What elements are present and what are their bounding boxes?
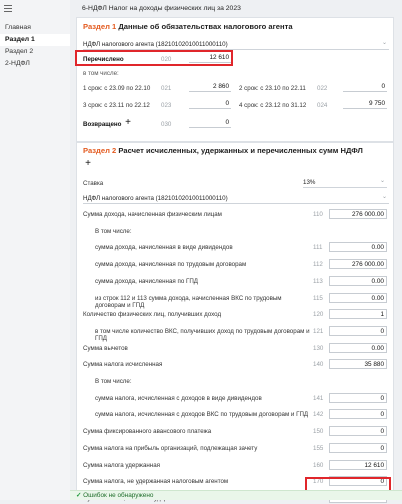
row-label: сумма налога, исчисленная с доходов в ви… <box>95 394 262 402</box>
rate-select[interactable]: 13% ⌄ <box>303 178 387 188</box>
nav-item-section1[interactable]: Раздел 1 <box>0 34 70 46</box>
row-value[interactable]: 0 <box>329 409 387 420</box>
section2-number: Раздел 2 <box>83 146 117 155</box>
row-value[interactable]: 0.00 <box>329 275 387 286</box>
row-code: 112 <box>313 261 323 269</box>
row-label: сумма дохода, начисленная по трудовым до… <box>95 261 247 269</box>
row-value[interactable]: 0 <box>329 325 387 336</box>
row-code: 140 <box>313 361 324 369</box>
vozvrascheno-code: 030 <box>161 121 172 128</box>
menu-icon[interactable] <box>4 5 12 14</box>
row-code: 150 <box>313 428 324 436</box>
row-value[interactable]: 1 <box>329 309 387 320</box>
section2-header: Раздел 2 Расчет исчисленных, удержанных … <box>83 146 363 155</box>
sidebar: Главная Раздел 1 Раздел 2 2-НДФЛ <box>0 0 70 500</box>
in-total-label: в том числе: <box>83 70 119 77</box>
row-value[interactable]: 0 <box>329 426 387 437</box>
row-label: Сумма налога, не удержанная налоговым аг… <box>83 478 229 486</box>
row-value[interactable]: 0.00 <box>329 242 387 253</box>
row-code: 115 <box>313 294 323 302</box>
term4-code: 024 <box>317 102 328 109</box>
row-value[interactable]: 0.00 <box>329 292 387 303</box>
vozvrascheno-label: Возвращено <box>83 121 122 128</box>
nav-item-home[interactable]: Главная <box>0 22 70 34</box>
row-label: сумма дохода, начисленная в виде дивиден… <box>95 244 233 252</box>
agent-select-2[interactable]: НДФЛ налогового агента (1821010201001100… <box>83 194 389 204</box>
term3-value[interactable]: 0 <box>189 99 231 109</box>
row-code: 121 <box>313 327 324 335</box>
row-code: 160 <box>313 461 324 469</box>
row-code: 111 <box>313 244 323 252</box>
row-label: Сумма налога на прибыль организаций, под… <box>83 444 258 452</box>
row-code: 142 <box>313 411 324 419</box>
row-label: в том числе количество ВКС, получивших д… <box>95 327 310 342</box>
row-value[interactable]: 276 000.00 <box>329 209 387 219</box>
check-icon: ✓ <box>76 492 82 499</box>
highlight-perechisleno <box>75 50 233 66</box>
term4-value[interactable]: 9 750 <box>343 99 387 109</box>
row-label: сумма дохода, начисленная по ГПД <box>95 277 198 285</box>
row-label: Сумма вычетов <box>83 344 128 352</box>
section1-panel: Раздел 1 Данные об обязательствах налого… <box>75 17 394 142</box>
section2-panel: Раздел 2 Расчет исчисленных, удержанных … <box>76 142 394 503</box>
row-label: Сумма дохода, начисленная физическим лиц… <box>83 211 222 218</box>
term1-value[interactable]: 2 860 <box>189 82 231 92</box>
rate-label: Ставка <box>83 180 104 187</box>
section1-number: Раздел 1 <box>83 22 117 31</box>
chevron-down-icon: ⌄ <box>379 178 385 184</box>
rate-select-value: 13% <box>303 179 316 186</box>
page-title: 6-НДФЛ Налог на доходы физических лиц за… <box>82 5 241 12</box>
agent-select[interactable]: НДФЛ налогового агента (1821010201001100… <box>83 40 389 50</box>
row-value[interactable]: 35 880 <box>329 359 387 370</box>
row-label: Сумма налога исчисленная <box>83 361 163 369</box>
agent-select-2-value: НДФЛ налогового агента (1821010201001100… <box>83 195 228 202</box>
row-value[interactable]: 276 000.00 <box>329 259 387 270</box>
row-label: Сумма фиксированного авансового платежа <box>83 428 212 436</box>
row-code: 110 <box>313 211 323 218</box>
term1-code: 021 <box>161 85 172 92</box>
add-rate-button[interactable]: + <box>83 159 93 169</box>
section1-header: Раздел 1 Данные об обязательствах налого… <box>83 22 293 31</box>
agent-select-value: НДФЛ налогового агента (1821010201001100… <box>83 41 228 48</box>
row-label: сумма налога, исчисленная с доходов ВКС … <box>95 411 309 419</box>
term1-label: 1 срок: с 23.09 по 22.10 <box>83 85 151 92</box>
chevron-down-icon: ⌄ <box>381 194 387 200</box>
section1-title: Данные об обязательствах налогового аген… <box>118 22 293 31</box>
nav-item-2ndfl[interactable]: 2-НДФЛ <box>0 58 70 70</box>
row-value[interactable]: 12 610 <box>329 459 387 470</box>
section2-title: Расчет исчисленных, удержанных и перечис… <box>118 146 363 155</box>
vozvrascheno-value[interactable]: 0 <box>189 118 231 128</box>
term3-label: 3 срок: с 23.11 по 22.12 <box>83 102 150 109</box>
nav-item-section2[interactable]: Раздел 2 <box>0 46 70 58</box>
term2-code: 022 <box>317 85 328 92</box>
row-value[interactable]: 0 <box>329 392 387 403</box>
row-label: В том числе: <box>95 227 132 235</box>
row-value[interactable]: 0.00 <box>329 342 387 353</box>
status-text: Ошибок не обнаружено <box>83 492 154 499</box>
row-label: Сумма налога удержанная <box>83 461 161 469</box>
row-code: 141 <box>313 394 324 402</box>
term2-label: 2 срок: с 23.10 по 22.11 <box>239 85 306 92</box>
row-code: 155 <box>313 444 324 452</box>
row-code: 120 <box>313 311 324 319</box>
status-bar: ✓ Ошибок не обнаружено <box>70 490 402 500</box>
row-code: 130 <box>313 344 324 352</box>
row-label: В том числе: <box>95 378 132 385</box>
row-label: из строк 112 и 113 сумма дохода, начисле… <box>95 294 282 309</box>
term2-value[interactable]: 0 <box>343 82 387 92</box>
add-refund-button[interactable]: + <box>123 118 133 128</box>
row-value[interactable]: 0 <box>329 442 387 453</box>
row-code: 113 <box>313 277 323 285</box>
term3-code: 023 <box>161 102 172 109</box>
chevron-down-icon: ⌄ <box>381 40 387 46</box>
row-label: Количество физических лиц, получивших до… <box>83 311 222 319</box>
term4-label: 4 срок: с 23.12 по 31.12 <box>239 102 307 109</box>
